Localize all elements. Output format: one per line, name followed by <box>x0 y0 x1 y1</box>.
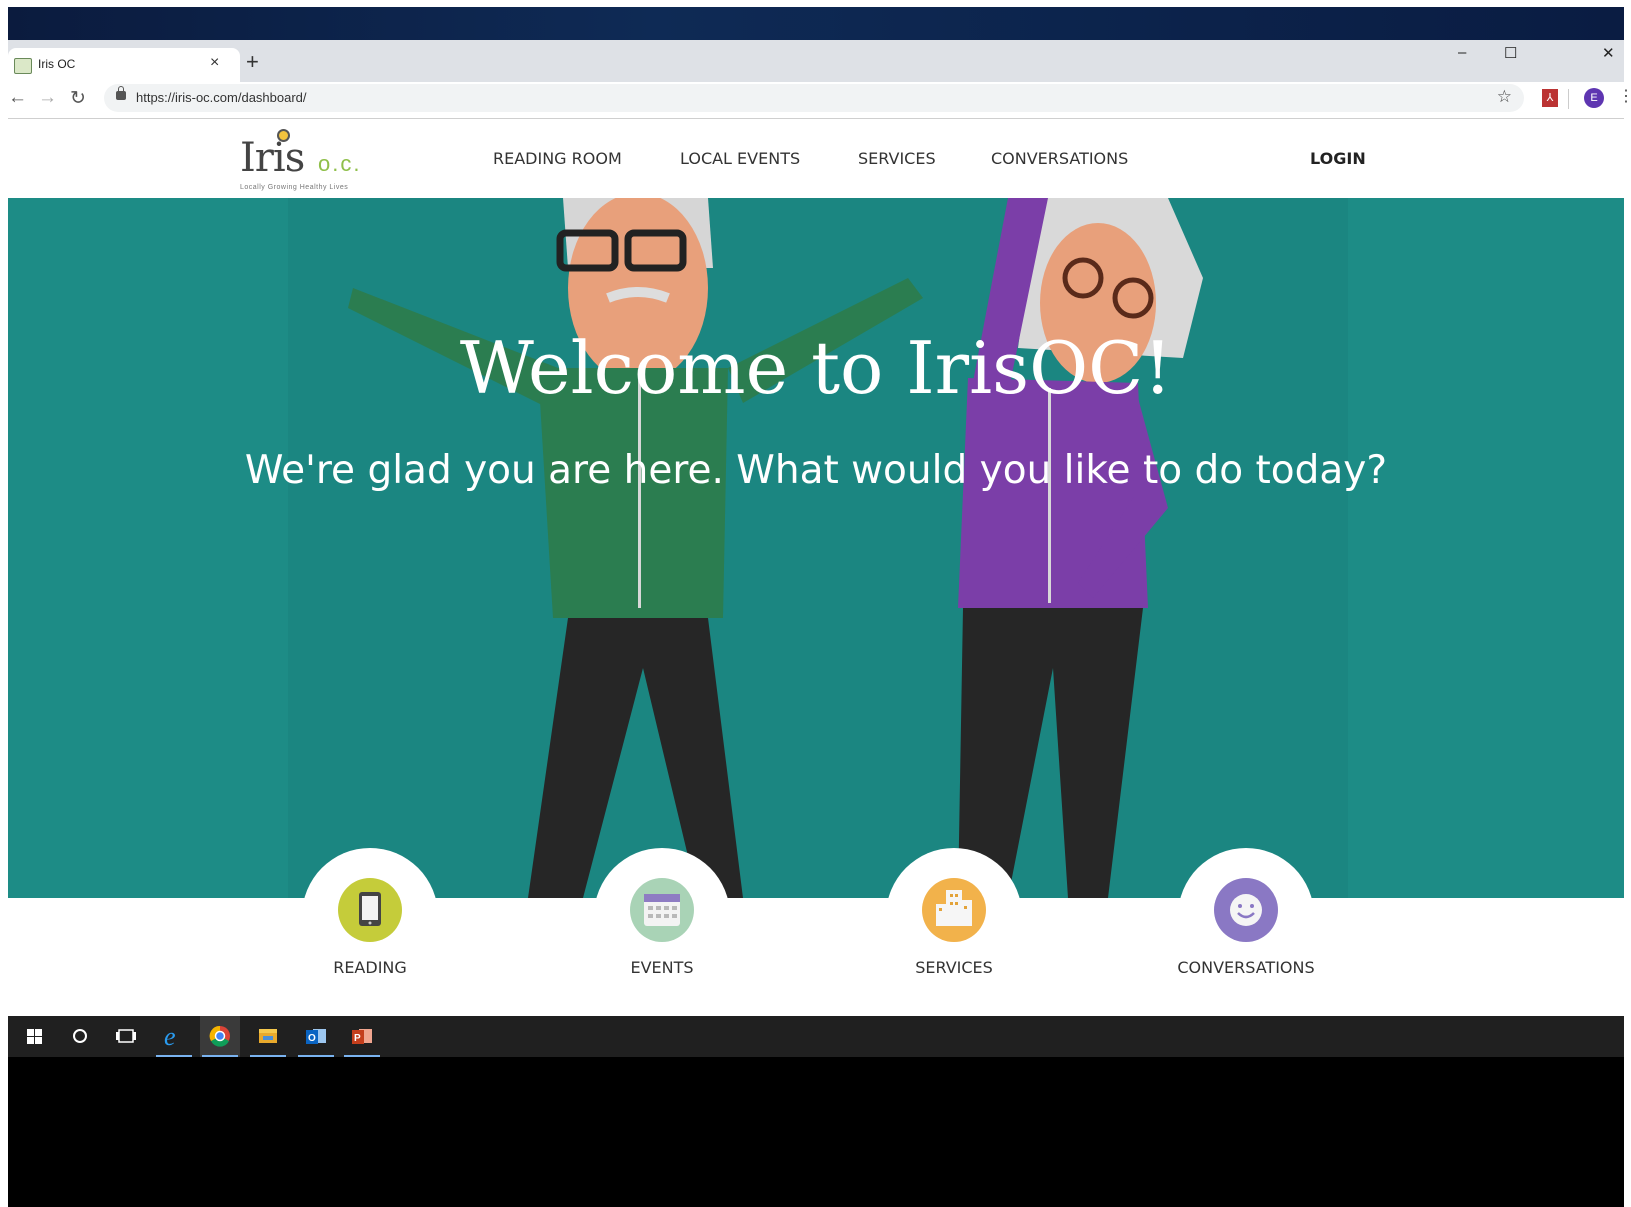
forward-button[interactable]: → <box>38 87 57 109</box>
powerpoint-icon[interactable]: P <box>342 1016 382 1057</box>
hero-title: Welcome to IrisOC! <box>459 326 1173 410</box>
chrome-icon[interactable] <box>200 1016 240 1057</box>
profile-avatar[interactable]: E <box>1584 88 1604 108</box>
site-header: Iris o.c. Locally Growing Healthy Lives … <box>8 119 1624 198</box>
nav-conversations[interactable]: CONVERSATIONS <box>991 149 1128 168</box>
new-tab-button[interactable]: + <box>246 49 259 75</box>
address-bar[interactable]: https://iris-oc.com/dashboard/ ☆ <box>104 84 1524 112</box>
tablet-icon <box>338 878 402 942</box>
hero-subtitle: We're glad you are here. What would you … <box>244 448 1388 493</box>
pdf-extension-icon[interactable]: ⅄ <box>1542 89 1558 107</box>
feature-label: CONVERSATIONS <box>1177 958 1315 977</box>
back-button[interactable]: ← <box>8 87 27 109</box>
feature-label: SERVICES <box>915 958 993 977</box>
browser-menu-icon[interactable]: ⋮ <box>1618 86 1631 106</box>
site-logo[interactable]: Iris o.c. Locally Growing Healthy Lives <box>240 129 380 191</box>
windows-taskbar: e O P <box>8 1016 1624 1057</box>
desktop-black-area <box>8 1057 1624 1207</box>
svg-text:P: P <box>354 1033 361 1044</box>
search-icon[interactable] <box>60 1016 100 1057</box>
building-icon <box>922 878 986 942</box>
url-text: https://iris-oc.com/dashboard/ <box>136 90 307 105</box>
task-view-icon[interactable] <box>106 1016 146 1057</box>
feature-conversations[interactable]: CONVERSATIONS <box>1177 848 1315 998</box>
hero-banner: Welcome to IrisOC! We're glad you are he… <box>8 198 1624 898</box>
bookmark-star-icon[interactable]: ☆ <box>1497 87 1512 107</box>
file-explorer-icon[interactable] <box>248 1016 288 1057</box>
logo-oc: o.c. <box>318 151 362 176</box>
minimize-button[interactable]: – <box>1458 44 1466 61</box>
hero-illustration <box>348 198 1203 898</box>
site-favicon-icon <box>14 58 32 74</box>
maximize-button[interactable]: ☐ <box>1504 44 1517 62</box>
tab-title: Iris OC <box>38 57 76 71</box>
smiley-icon <box>1214 878 1278 942</box>
nav-reading-room[interactable]: READING ROOM <box>493 149 622 168</box>
login-link[interactable]: LOGIN <box>1310 149 1366 168</box>
reload-button[interactable]: ↻ <box>70 87 86 110</box>
nav-services[interactable]: SERVICES <box>858 149 936 168</box>
feature-services[interactable]: SERVICES <box>886 848 1022 998</box>
desktop-background <box>8 7 1624 40</box>
feature-strip <box>8 898 1624 1016</box>
feature-reading[interactable]: READING <box>302 848 438 998</box>
browser-tab[interactable]: Iris OC × <box>8 48 240 82</box>
logo-word: Iris <box>240 135 305 181</box>
svg-text:O: O <box>308 1033 316 1044</box>
window-close-button[interactable]: ✕ <box>1602 44 1615 62</box>
nav-local-events[interactable]: LOCAL EVENTS <box>680 149 800 168</box>
feature-events[interactable]: EVENTS <box>594 848 730 998</box>
internet-explorer-icon[interactable]: e <box>154 1016 194 1057</box>
windows-start-icon[interactable] <box>14 1016 54 1057</box>
lock-icon <box>116 86 126 100</box>
browser-toolbar: ← → ↻ https://iris-oc.com/dashboard/ ☆ ⅄… <box>8 82 1631 119</box>
tab-close-icon[interactable]: × <box>210 54 219 72</box>
calendar-icon <box>630 878 694 942</box>
toolbar-divider <box>1568 89 1569 109</box>
logo-tagline: Locally Growing Healthy Lives <box>240 184 349 191</box>
feature-label: EVENTS <box>630 958 694 977</box>
outlook-icon[interactable]: O <box>296 1016 336 1057</box>
browser-tab-bar: Iris OC × + – ☐ ✕ <box>8 40 1624 82</box>
feature-label: READING <box>333 958 407 977</box>
svg-text:e: e <box>164 1022 176 1051</box>
